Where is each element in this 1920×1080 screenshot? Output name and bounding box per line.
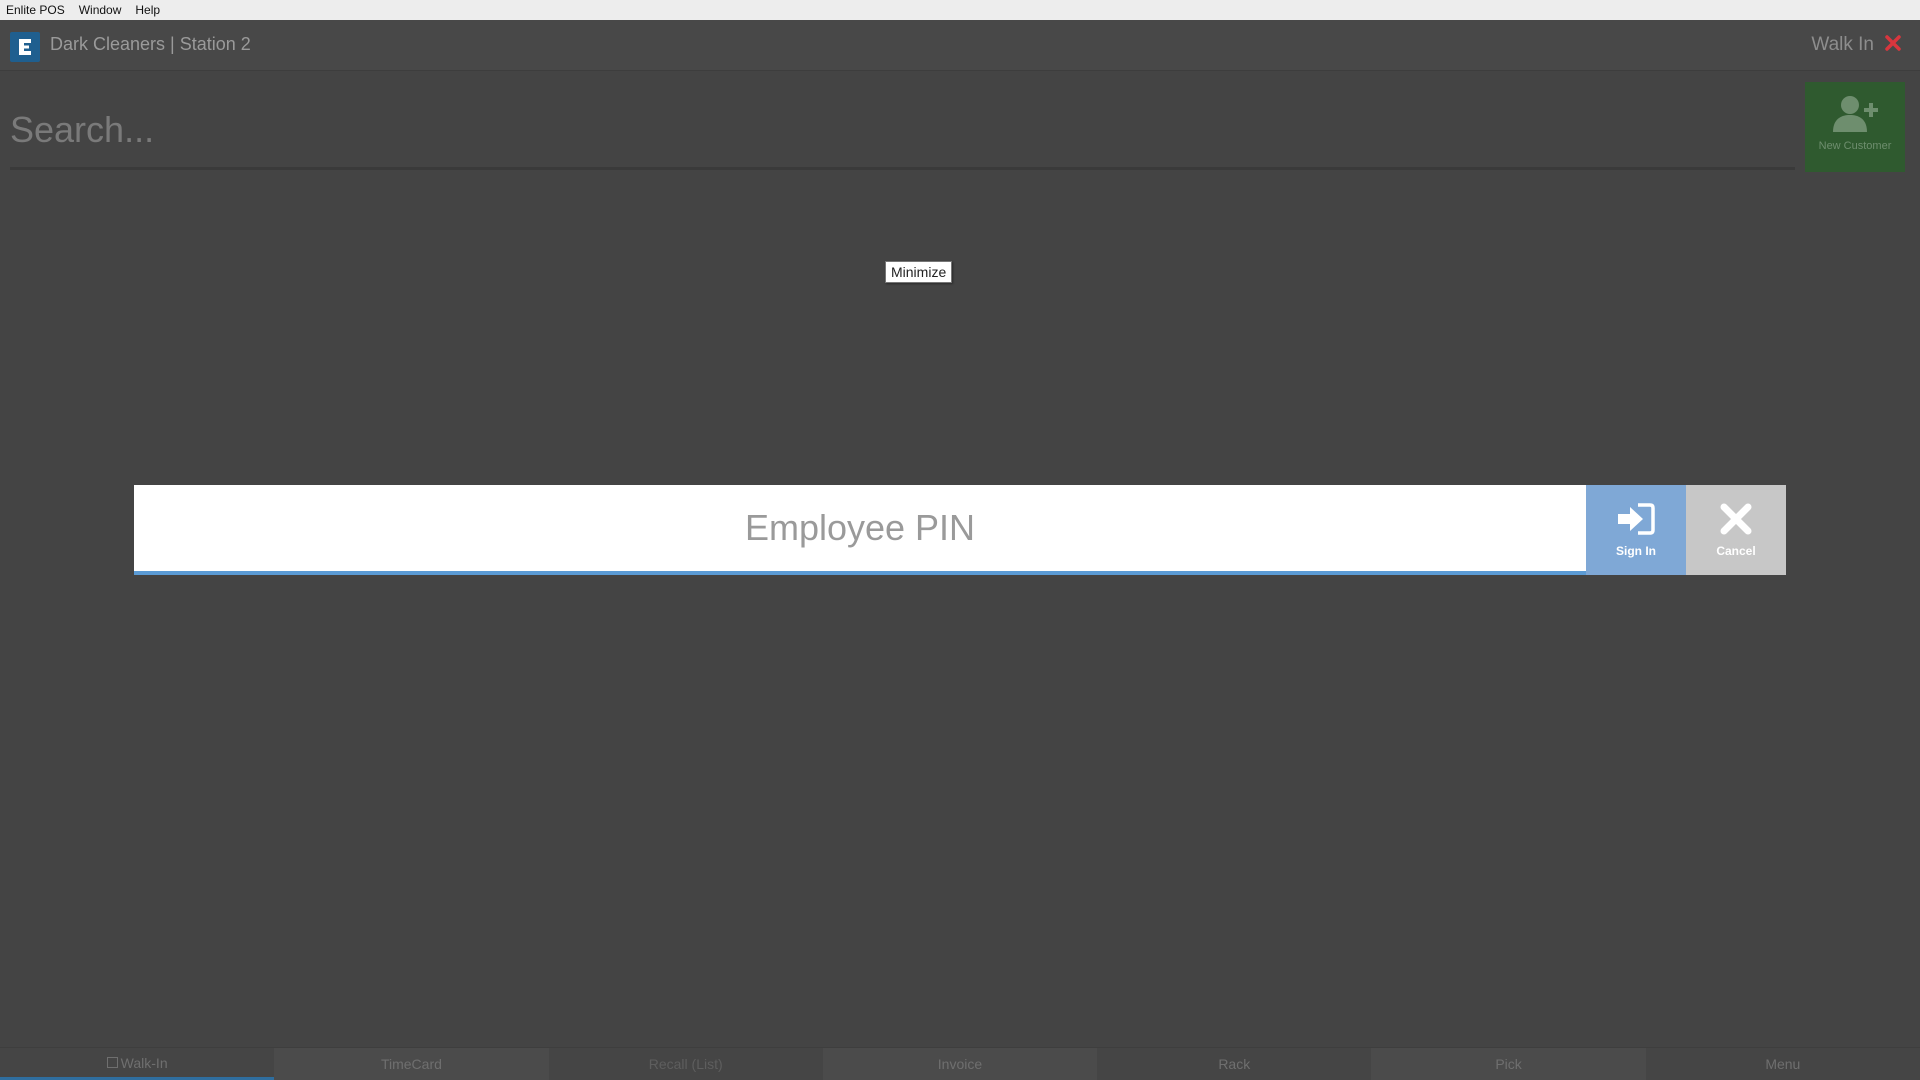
new-customer-button[interactable]: New Customer bbox=[1805, 82, 1905, 172]
search-input[interactable] bbox=[10, 92, 1795, 170]
add-user-icon bbox=[1833, 96, 1878, 132]
tab-label: TimeCard bbox=[380, 1056, 442, 1072]
sign-in-icon bbox=[1618, 503, 1655, 535]
tab-pick[interactable]: Pick bbox=[1371, 1047, 1646, 1080]
pin-field-wrapper bbox=[134, 485, 1586, 575]
sign-in-button[interactable]: Sign In bbox=[1586, 485, 1686, 575]
employee-pin-dialog: Sign In Cancel bbox=[134, 485, 1786, 575]
sign-in-label: Sign In bbox=[1616, 544, 1656, 558]
tab-label: Walk-In bbox=[120, 1054, 168, 1071]
bottom-tab-bar: Walk-In TimeCard Recall (List) Invoice R… bbox=[0, 1047, 1920, 1080]
cancel-button[interactable]: Cancel bbox=[1686, 485, 1786, 575]
tab-label: Recall (List) bbox=[648, 1056, 723, 1072]
menu-window[interactable]: Window bbox=[72, 0, 129, 20]
checkbox-icon bbox=[106, 1057, 118, 1068]
tab-label: Rack bbox=[1218, 1056, 1251, 1072]
employee-pin-input[interactable] bbox=[134, 485, 1586, 571]
tab-label: Menu bbox=[1765, 1056, 1801, 1072]
tab-walk-in[interactable]: Walk-In bbox=[0, 1047, 275, 1080]
cancel-x-icon bbox=[1720, 503, 1752, 535]
app-menubar: Enlite POS Window Help bbox=[0, 0, 1920, 21]
cancel-label: Cancel bbox=[1716, 544, 1756, 558]
tab-label: Pick bbox=[1495, 1056, 1522, 1072]
new-customer-label: New Customer bbox=[1818, 140, 1892, 152]
close-icon[interactable] bbox=[1882, 32, 1904, 54]
minimize-tooltip: Minimize bbox=[885, 261, 953, 283]
menu-enlite-pos[interactable]: Enlite POS bbox=[0, 0, 72, 20]
tab-invoice[interactable]: Invoice bbox=[822, 1047, 1098, 1080]
tab-rack[interactable]: Rack bbox=[1097, 1047, 1372, 1080]
tab-recall-list[interactable]: Recall (List) bbox=[548, 1047, 823, 1080]
enlite-logo-icon bbox=[10, 32, 40, 62]
menu-help[interactable]: Help bbox=[128, 0, 167, 20]
tab-timecard[interactable]: TimeCard bbox=[274, 1047, 549, 1080]
tab-label: Invoice bbox=[937, 1056, 983, 1072]
title-bar: Dark Cleaners | Station 2 Walk In bbox=[0, 20, 1920, 71]
tab-menu[interactable]: Menu bbox=[1645, 1047, 1920, 1080]
walk-in-label: Walk In bbox=[1811, 34, 1874, 55]
station-title: Dark Cleaners | Station 2 bbox=[50, 34, 251, 54]
